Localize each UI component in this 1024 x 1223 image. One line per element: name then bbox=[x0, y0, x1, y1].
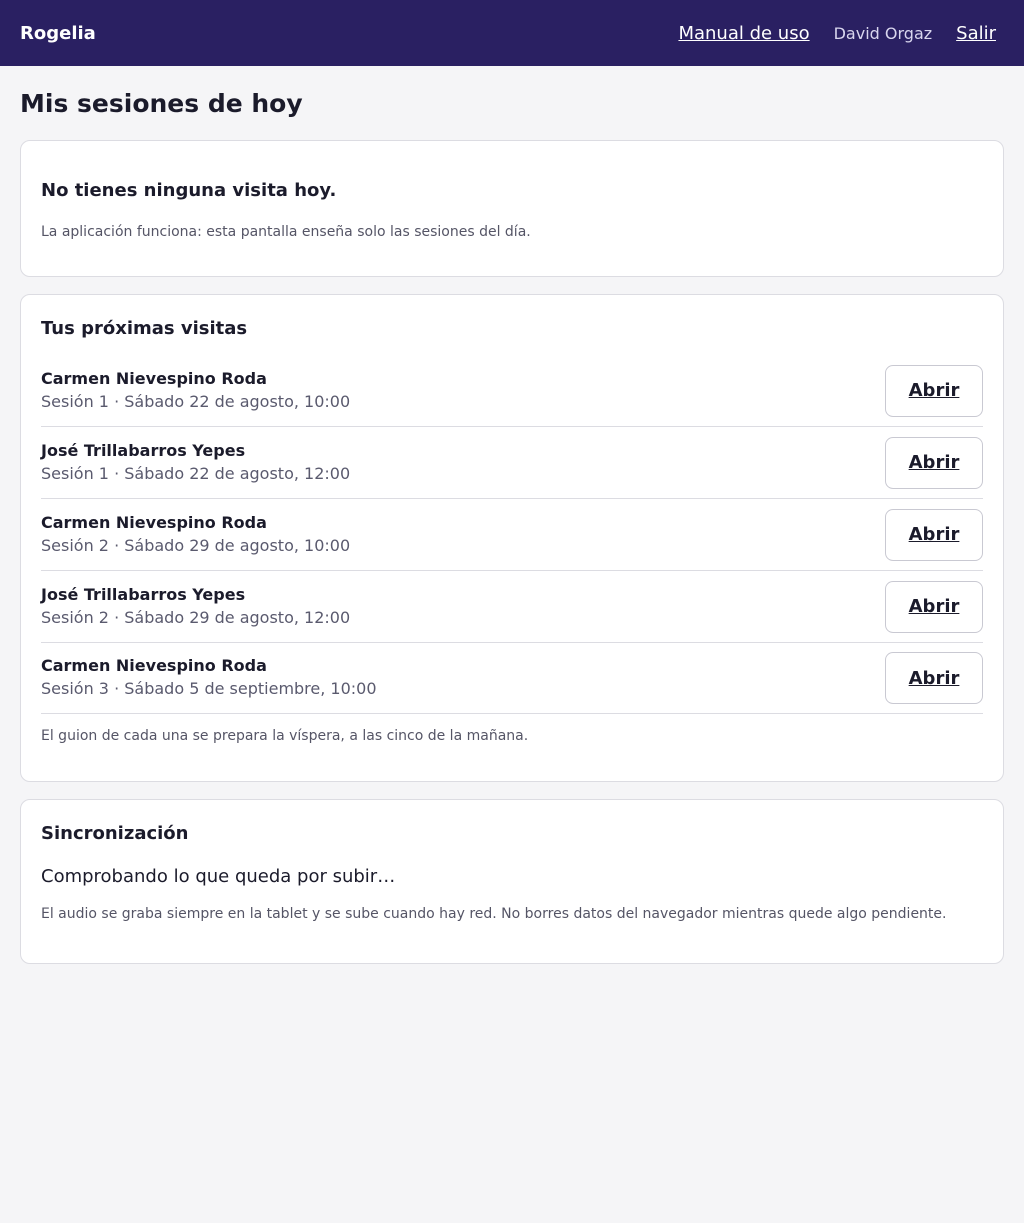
brand-name: Rogelia bbox=[20, 22, 96, 44]
open-button[interactable]: Abrir bbox=[885, 436, 983, 489]
visit-row: José Trillabarros Yepes Sesión 1 · Sábad… bbox=[41, 427, 983, 499]
logout-link[interactable]: Salir bbox=[956, 23, 996, 44]
sync-status: Comprobando lo que queda por subir… bbox=[41, 866, 396, 887]
visit-row: Carmen Nievespino Roda Sesión 3 · Sábado… bbox=[41, 643, 983, 714]
today-card: No tienes ninguna visita hoy. La aplicac… bbox=[20, 140, 1004, 277]
sync-card: Sincronización Comprobando lo que queda … bbox=[20, 799, 1004, 964]
today-note: La aplicación funciona: esta pantalla en… bbox=[41, 224, 531, 240]
today-title: No tienes ninguna visita hoy. bbox=[41, 180, 337, 201]
open-button[interactable]: Abrir bbox=[885, 652, 983, 704]
visit-list: Carmen Nievespino Roda Sesión 1 · Sábado… bbox=[41, 355, 983, 714]
visit-info: Carmen Nievespino Roda Sesión 2 · Sábado… bbox=[41, 513, 350, 557]
page-title: Mis sesiones de hoy bbox=[20, 89, 303, 118]
open-button[interactable]: Abrir bbox=[885, 364, 983, 417]
visit-row: José Trillabarros Yepes Sesión 2 · Sábad… bbox=[41, 571, 983, 643]
visit-info: Carmen Nievespino Roda Sesión 3 · Sábado… bbox=[41, 656, 377, 700]
visit-name: Carmen Nievespino Roda bbox=[41, 368, 267, 388]
main-content: Mis sesiones de hoy No tienes ninguna vi… bbox=[0, 88, 1024, 964]
visit-name: José Trillabarros Yepes bbox=[41, 584, 246, 604]
upcoming-title: Tus próximas visitas bbox=[41, 318, 248, 339]
upcoming-card: Tus próximas visitas Carmen Nievespino R… bbox=[20, 294, 1004, 782]
manual-link[interactable]: Manual de uso bbox=[678, 23, 809, 44]
visit-name: Carmen Nievespino Roda bbox=[41, 656, 267, 675]
upcoming-note: El guion de cada una se prepara la víspe… bbox=[41, 728, 529, 744]
sync-note: El audio se graba siempre en la tablet y… bbox=[41, 906, 947, 922]
visit-meta: Sesión 2 · Sábado 29 de agosto, 10:00 bbox=[41, 535, 351, 555]
open-button[interactable]: Abrir bbox=[885, 508, 983, 561]
visit-row: Carmen Nievespino Roda Sesión 1 · Sábado… bbox=[41, 355, 983, 427]
visit-meta: Sesión 1 · Sábado 22 de agosto, 12:00 bbox=[41, 463, 351, 483]
visit-meta: Sesión 2 · Sábado 29 de agosto, 12:00 bbox=[41, 607, 351, 627]
visit-row: Carmen Nievespino Roda Sesión 2 · Sábado… bbox=[41, 499, 983, 571]
user-name: David Orgaz bbox=[833, 23, 933, 43]
sync-title: Sincronización bbox=[41, 823, 189, 844]
open-button[interactable]: Abrir bbox=[885, 580, 983, 633]
visit-info: José Trillabarros Yepes Sesión 2 · Sábad… bbox=[41, 585, 350, 629]
visit-info: José Trillabarros Yepes Sesión 1 · Sábad… bbox=[41, 441, 350, 485]
visit-info: Carmen Nievespino Roda Sesión 1 · Sábado… bbox=[41, 369, 350, 413]
visit-meta: Sesión 1 · Sábado 22 de agosto, 10:00 bbox=[41, 391, 351, 411]
visit-name: Carmen Nievespino Roda bbox=[41, 512, 267, 532]
visit-name: José Trillabarros Yepes bbox=[41, 440, 246, 460]
visit-meta: Sesión 3 · Sábado 5 de septiembre, 10:00 bbox=[41, 679, 377, 698]
top-bar: Rogelia Manual de uso David Orgaz Salir bbox=[0, 0, 1024, 66]
top-nav: Manual de uso David Orgaz Salir bbox=[678, 23, 996, 44]
